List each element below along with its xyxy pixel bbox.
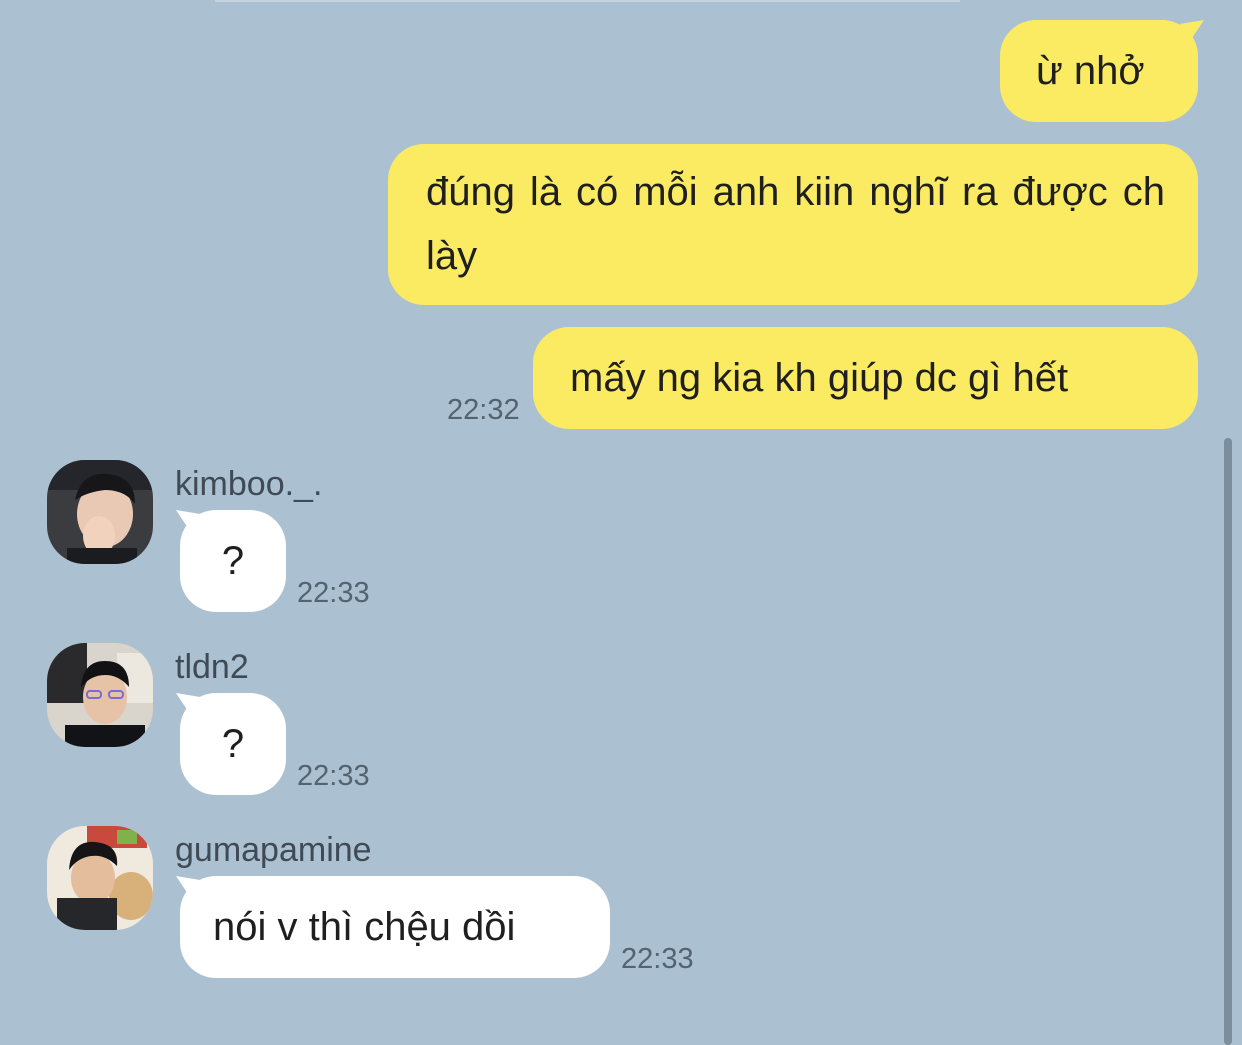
tldn2-avatar[interactable] bbox=[47, 643, 153, 747]
message-timestamp: 22:32 bbox=[447, 394, 520, 426]
outgoing-message-bubble[interactable]: ừ nhở bbox=[1000, 20, 1198, 122]
sender-name: kimboo._. bbox=[175, 465, 323, 503]
outgoing-message-bubble[interactable]: đúng là có mỗi anh kiin nghĩ ra được ch … bbox=[388, 144, 1198, 305]
sender-name: gumapamine bbox=[175, 831, 372, 869]
sender-name: tldn2 bbox=[175, 648, 249, 686]
previous-message-edge bbox=[215, 0, 960, 2]
message-timestamp: 22:33 bbox=[297, 577, 370, 609]
incoming-message-bubble[interactable]: nói v thì chệu dồi bbox=[180, 876, 610, 978]
message-timestamp: 22:33 bbox=[297, 760, 370, 792]
kimboo-avatar[interactable] bbox=[47, 460, 153, 564]
message-timestamp: 22:33 bbox=[621, 943, 694, 975]
outgoing-message-bubble[interactable]: mấy ng kia kh giúp dc gì hết bbox=[533, 327, 1198, 429]
gumapamine-avatar[interactable] bbox=[47, 826, 153, 930]
scrollbar[interactable] bbox=[1224, 438, 1232, 1045]
incoming-message-bubble[interactable]: ? bbox=[180, 693, 286, 795]
incoming-message-bubble[interactable]: ? bbox=[180, 510, 286, 612]
